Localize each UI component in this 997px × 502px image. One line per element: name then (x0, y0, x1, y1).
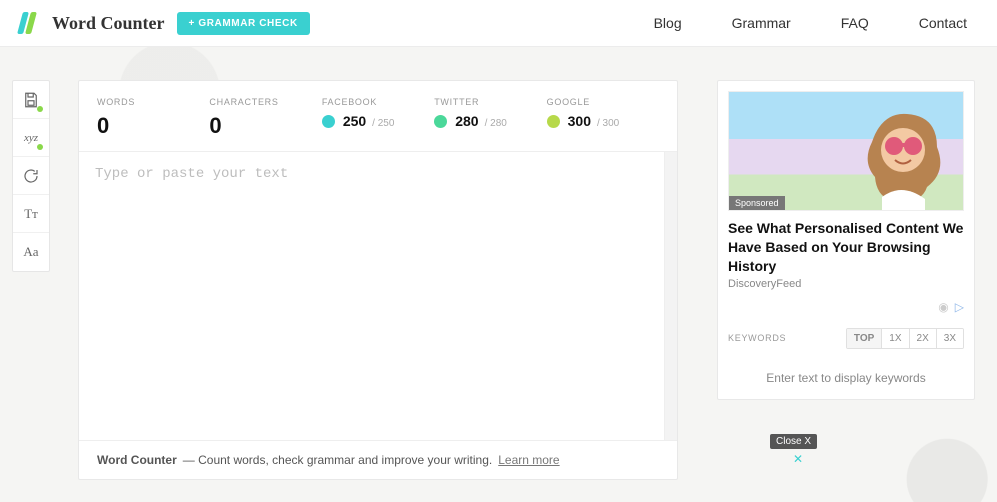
tab-3x[interactable]: 3X (936, 329, 963, 348)
stat-value: 250 (343, 113, 366, 129)
person-illustration-icon (847, 102, 957, 211)
stat-max: / 280 (485, 118, 507, 129)
stat-label: FACEBOOK (322, 97, 434, 107)
close-x-icon[interactable]: ✕ (793, 452, 803, 466)
save-button[interactable] (13, 81, 49, 119)
text-input[interactable] (79, 152, 677, 440)
tab-top[interactable]: TOP (847, 329, 881, 348)
stats-bar: WORDS 0 CHARACTERS 0 FACEBOOK 250 / 250 … (79, 81, 677, 151)
adchoices-circle-icon[interactable]: ◉ (938, 300, 948, 314)
close-ad-button[interactable]: Close X (770, 434, 817, 449)
keywords-empty: Enter text to display keywords (728, 371, 964, 385)
stat-label: GOOGLE (547, 97, 659, 107)
stat-label: WORDS (97, 97, 209, 107)
aa-label: Aa (23, 244, 38, 260)
ad-title[interactable]: See What Personalised Content We Have Ba… (728, 219, 964, 276)
status-dot-icon (37, 144, 43, 150)
tab-2x[interactable]: 2X (909, 329, 936, 348)
nav-faq[interactable]: FAQ (841, 15, 869, 31)
stat-max: / 250 (372, 118, 394, 129)
stat-facebook: FACEBOOK 250 / 250 (322, 97, 434, 139)
sidebar: Sponsored See What Personalised Content … (717, 80, 975, 400)
footer-title: Word Counter (97, 453, 177, 467)
textarea-wrap: ▴ (79, 151, 677, 440)
stat-value: 280 (455, 113, 478, 129)
nav-blog[interactable]: Blog (654, 15, 682, 31)
stat-characters: CHARACTERS 0 (209, 97, 321, 139)
scroll-up-icon[interactable]: ▴ (667, 154, 675, 162)
stat-google: GOOGLE 300 / 300 (547, 97, 659, 139)
learn-more-link[interactable]: Learn more (498, 453, 559, 467)
keywords-header: KEYWORDS TOP 1X 2X 3X (728, 328, 964, 349)
grammar-check-button[interactable]: + GRAMMAR CHECK (177, 12, 310, 35)
stat-twitter: TWITTER 280 / 280 (434, 97, 546, 139)
adchoices-icon[interactable]: ▷ (955, 300, 964, 314)
ad-source: DiscoveryFeed (728, 278, 964, 290)
keywords-tabs: TOP 1X 2X 3X (846, 328, 964, 349)
stat-value: 0 (209, 113, 321, 139)
top-nav: Blog Grammar FAQ Contact (654, 15, 967, 31)
header: Word Counter + GRAMMAR CHECK Blog Gramma… (0, 0, 997, 47)
editor-card: WORDS 0 CHARACTERS 0 FACEBOOK 250 / 250 … (78, 80, 678, 480)
ad-choices[interactable]: ◉ ▷ (728, 300, 964, 314)
tool-rail: xyz Tᴛ Aa (12, 80, 50, 272)
xyz-button[interactable]: xyz (13, 119, 49, 157)
logo-icon (17, 12, 37, 34)
twitter-swatch-icon (434, 115, 447, 128)
stat-value: 0 (97, 113, 209, 139)
footer-desc: — Count words, check grammar and improve… (183, 453, 492, 467)
refresh-button[interactable] (13, 157, 49, 195)
stat-label: TWITTER (434, 97, 546, 107)
status-dot-icon (37, 106, 43, 112)
tt-label: Tᴛ (24, 206, 38, 222)
tab-1x[interactable]: 1X (881, 329, 908, 348)
text-size-button[interactable]: Tᴛ (13, 195, 49, 233)
font-case-button[interactable]: Aa (13, 233, 49, 271)
xyz-label: xyz (24, 132, 38, 144)
app-title: Word Counter (52, 13, 165, 34)
nav-grammar[interactable]: Grammar (732, 15, 791, 31)
stat-words: WORDS 0 (97, 97, 209, 139)
keywords-label: KEYWORDS (728, 333, 846, 343)
sponsored-tag: Sponsored (729, 196, 785, 210)
stat-value: 300 (568, 113, 591, 129)
nav-contact[interactable]: Contact (919, 15, 967, 31)
ad-image[interactable]: Sponsored (728, 91, 964, 211)
stat-label: CHARACTERS (209, 97, 321, 107)
card-footer: Word Counter — Count words, check gramma… (79, 440, 677, 479)
stat-max: / 300 (597, 118, 619, 129)
facebook-swatch-icon (322, 115, 335, 128)
google-swatch-icon (547, 115, 560, 128)
